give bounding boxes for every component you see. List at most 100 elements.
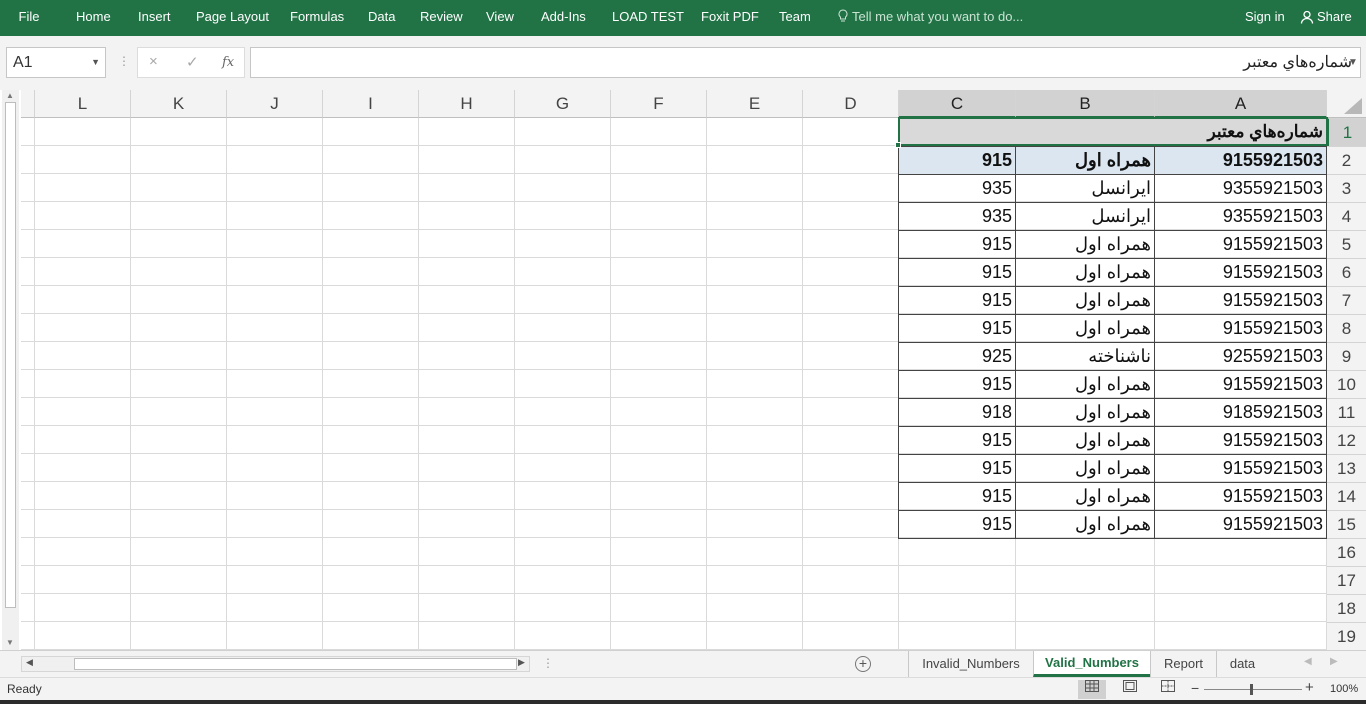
enter-icon[interactable]: ✓ bbox=[186, 53, 199, 71]
row-header-18[interactable]: 18 bbox=[1327, 594, 1366, 622]
zoom-slider-knob[interactable] bbox=[1250, 684, 1253, 695]
sheet-tab-data[interactable]: data bbox=[1216, 651, 1268, 677]
vertical-scrollbar[interactable]: ▲ ▼ bbox=[2, 90, 19, 650]
insert-function-icon[interactable]: fx bbox=[222, 55, 234, 70]
select-all-corner[interactable] bbox=[1327, 90, 1366, 118]
scroll-up-icon[interactable]: ▲ bbox=[6, 91, 14, 100]
tab-split-grip[interactable]: ⋮ bbox=[542, 656, 554, 670]
phone-number-cell[interactable]: 9155921503 bbox=[1155, 230, 1327, 258]
column-header-i[interactable]: I bbox=[323, 90, 419, 118]
column-header-e[interactable]: E bbox=[707, 90, 803, 118]
prefix-cell[interactable]: 915 bbox=[899, 314, 1016, 342]
ribbon-tab-view[interactable]: View bbox=[486, 0, 514, 36]
page-layout-view-button[interactable] bbox=[1116, 680, 1144, 699]
tab-next-icon[interactable]: ▶ bbox=[1330, 656, 1338, 667]
phone-number-cell[interactable]: 9155921503 bbox=[1155, 146, 1327, 174]
row-header-15[interactable]: 15 bbox=[1327, 510, 1366, 538]
phone-number-cell[interactable]: 9185921503 bbox=[1155, 398, 1327, 426]
column-header-f[interactable]: F bbox=[611, 90, 707, 118]
operator-cell[interactable]: ناشناخته bbox=[1016, 342, 1155, 370]
ribbon-tab-team[interactable]: Team bbox=[779, 0, 811, 36]
column-header-l[interactable]: L bbox=[35, 90, 131, 118]
expand-formula-icon[interactable]: ▼ bbox=[1348, 48, 1358, 77]
prefix-cell[interactable]: 915 bbox=[899, 146, 1016, 174]
scroll-right-icon[interactable]: ▶ bbox=[518, 657, 525, 668]
column-header-d[interactable]: D bbox=[803, 90, 899, 118]
phone-number-cell[interactable]: 9355921503 bbox=[1155, 174, 1327, 202]
phone-number-cell[interactable]: 9155921503 bbox=[1155, 370, 1327, 398]
prefix-cell[interactable]: 915 bbox=[899, 454, 1016, 482]
chevron-down-icon[interactable]: ▼ bbox=[91, 48, 100, 77]
fill-handle[interactable] bbox=[895, 142, 901, 148]
prefix-cell[interactable]: 915 bbox=[899, 258, 1016, 286]
operator-cell[interactable]: ایرانسل bbox=[1016, 202, 1155, 230]
prefix-cell[interactable]: 925 bbox=[899, 342, 1016, 370]
share-button[interactable]: Share bbox=[1300, 0, 1352, 34]
row-header-9[interactable]: 9 bbox=[1327, 342, 1366, 370]
row-header-5[interactable]: 5 bbox=[1327, 230, 1366, 258]
row-header-12[interactable]: 12 bbox=[1327, 426, 1366, 454]
ribbon-tab-insert[interactable]: Insert bbox=[138, 0, 171, 36]
sign-in-link[interactable]: Sign in bbox=[1245, 0, 1285, 34]
ribbon-tab-foxit-pdf[interactable]: Foxit PDF bbox=[701, 0, 759, 36]
phone-number-cell[interactable]: 9155921503 bbox=[1155, 258, 1327, 286]
prefix-cell[interactable]: 915 bbox=[899, 230, 1016, 258]
prefix-cell[interactable]: 915 bbox=[899, 482, 1016, 510]
zoom-slider-track[interactable] bbox=[1204, 689, 1302, 690]
sheet-tab-invalid-numbers[interactable]: Invalid_Numbers bbox=[908, 651, 1033, 677]
zoom-level[interactable]: 100% bbox=[1330, 683, 1358, 695]
row-header-17[interactable]: 17 bbox=[1327, 566, 1366, 594]
row-header-13[interactable]: 13 bbox=[1327, 454, 1366, 482]
ribbon-tab-home[interactable]: Home bbox=[76, 0, 111, 36]
prefix-cell[interactable]: 915 bbox=[899, 426, 1016, 454]
operator-cell[interactable]: همراه اول bbox=[1016, 454, 1155, 482]
horizontal-scrollbar[interactable]: ◀ ▶ bbox=[21, 656, 530, 672]
phone-number-cell[interactable]: 9155921503 bbox=[1155, 286, 1327, 314]
zoom-out-button[interactable]: − bbox=[1191, 680, 1199, 696]
formula-input[interactable]: شماره‌هاي معتبر ▼ bbox=[250, 47, 1361, 78]
phone-number-cell[interactable]: 9255921503 bbox=[1155, 342, 1327, 370]
page-break-view-button[interactable] bbox=[1154, 680, 1182, 699]
row-header-3[interactable]: 3 bbox=[1327, 174, 1366, 202]
operator-cell[interactable]: همراه اول bbox=[1016, 286, 1155, 314]
row-header-16[interactable]: 16 bbox=[1327, 538, 1366, 566]
worksheet-grid[interactable]: ▲ ▼ L K J I H G F E D C B A 1 2 3 4 5 6 7 8 9 10 11 12 13 14 15 16 1… bbox=[0, 90, 1366, 650]
row-header-6[interactable]: 6 bbox=[1327, 258, 1366, 286]
phone-number-cell[interactable]: 9355921503 bbox=[1155, 202, 1327, 230]
column-header-c[interactable]: C bbox=[899, 90, 1016, 118]
column-header-g[interactable]: G bbox=[515, 90, 611, 118]
name-box[interactable]: A1 ▼ bbox=[6, 47, 106, 78]
operator-cell[interactable]: همراه اول bbox=[1016, 510, 1155, 538]
tab-prev-icon[interactable]: ◀ bbox=[1304, 656, 1312, 667]
ribbon-tab-page-layout[interactable]: Page Layout bbox=[196, 0, 269, 36]
phone-number-cell[interactable]: 9155921503 bbox=[1155, 482, 1327, 510]
sheet-tab-valid-numbers[interactable]: Valid_Numbers bbox=[1033, 651, 1150, 677]
row-header-4[interactable]: 4 bbox=[1327, 202, 1366, 230]
horizontal-scroll-thumb[interactable] bbox=[74, 658, 517, 670]
vertical-scroll-thumb[interactable] bbox=[5, 102, 16, 608]
prefix-cell[interactable]: 935 bbox=[899, 174, 1016, 202]
ribbon-tab-add-ins[interactable]: Add-Ins bbox=[541, 0, 586, 36]
ribbon-tab-review[interactable]: Review bbox=[420, 0, 463, 36]
operator-cell[interactable]: همراه اول bbox=[1016, 146, 1155, 174]
row-header-2[interactable]: 2 bbox=[1327, 146, 1366, 174]
operator-cell[interactable]: همراه اول bbox=[1016, 426, 1155, 454]
operator-cell[interactable]: همراه اول bbox=[1016, 482, 1155, 510]
column-header-j[interactable]: J bbox=[227, 90, 323, 118]
row-header-19[interactable]: 19 bbox=[1327, 622, 1366, 650]
row-header-8[interactable]: 8 bbox=[1327, 314, 1366, 342]
operator-cell[interactable]: همراه اول bbox=[1016, 314, 1155, 342]
cancel-icon[interactable]: × bbox=[149, 53, 158, 70]
normal-view-button[interactable] bbox=[1078, 680, 1106, 699]
scroll-down-icon[interactable]: ▼ bbox=[6, 638, 14, 647]
sheet-tab-report[interactable]: Report bbox=[1150, 651, 1216, 677]
prefix-cell[interactable]: 915 bbox=[899, 370, 1016, 398]
phone-number-cell[interactable]: 9155921503 bbox=[1155, 426, 1327, 454]
row-header-11[interactable]: 11 bbox=[1327, 398, 1366, 426]
operator-cell[interactable]: همراه اول bbox=[1016, 370, 1155, 398]
operator-cell[interactable]: همراه اول bbox=[1016, 258, 1155, 286]
add-sheet-button[interactable]: + bbox=[855, 656, 871, 672]
tell-me-search[interactable]: Tell me what you want to do... bbox=[838, 0, 1023, 36]
prefix-cell[interactable]: 915 bbox=[899, 286, 1016, 314]
operator-cell[interactable]: ایرانسل bbox=[1016, 174, 1155, 202]
